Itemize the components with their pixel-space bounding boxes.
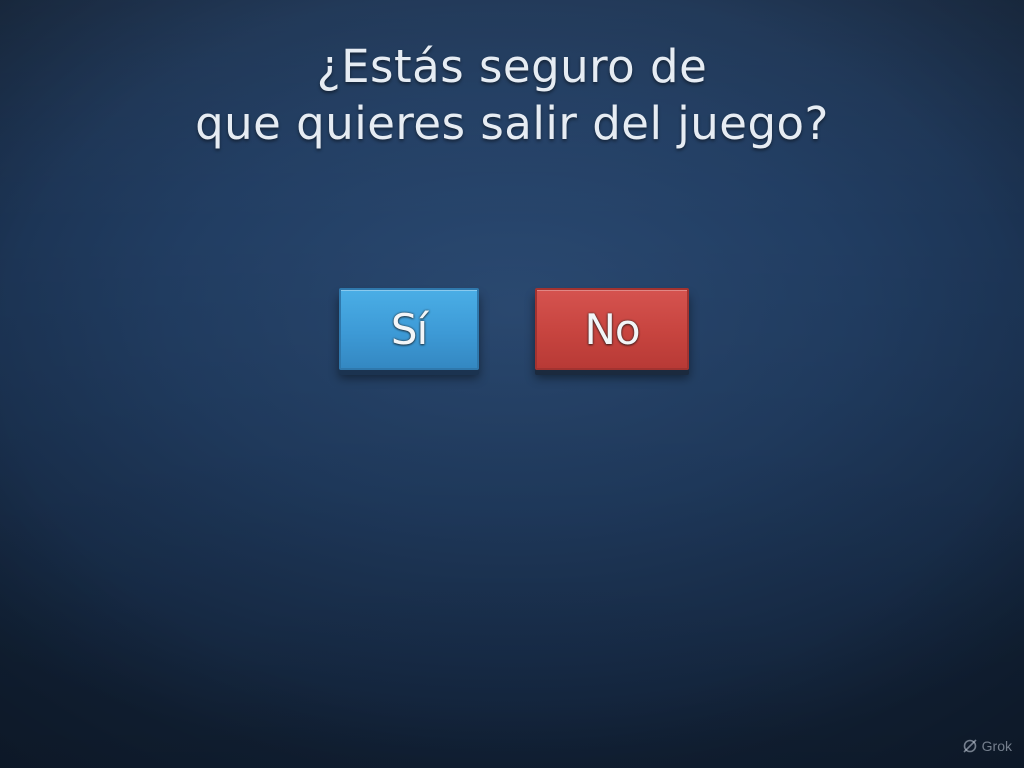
yes-button[interactable]: Sí bbox=[339, 288, 479, 370]
grok-logo-icon bbox=[963, 739, 977, 753]
exit-confirmation-dialog: ¿Estás seguro de que quieres salir del j… bbox=[0, 0, 1024, 768]
confirmation-question: ¿Estás seguro de que quieres salir del j… bbox=[60, 38, 964, 152]
grok-watermark: Grok bbox=[962, 738, 1012, 754]
question-line-1: ¿Estás seguro de bbox=[316, 40, 708, 93]
no-button[interactable]: No bbox=[535, 288, 689, 370]
question-line-2: que quieres salir del juego? bbox=[195, 97, 829, 150]
watermark-label: Grok bbox=[981, 738, 1012, 754]
